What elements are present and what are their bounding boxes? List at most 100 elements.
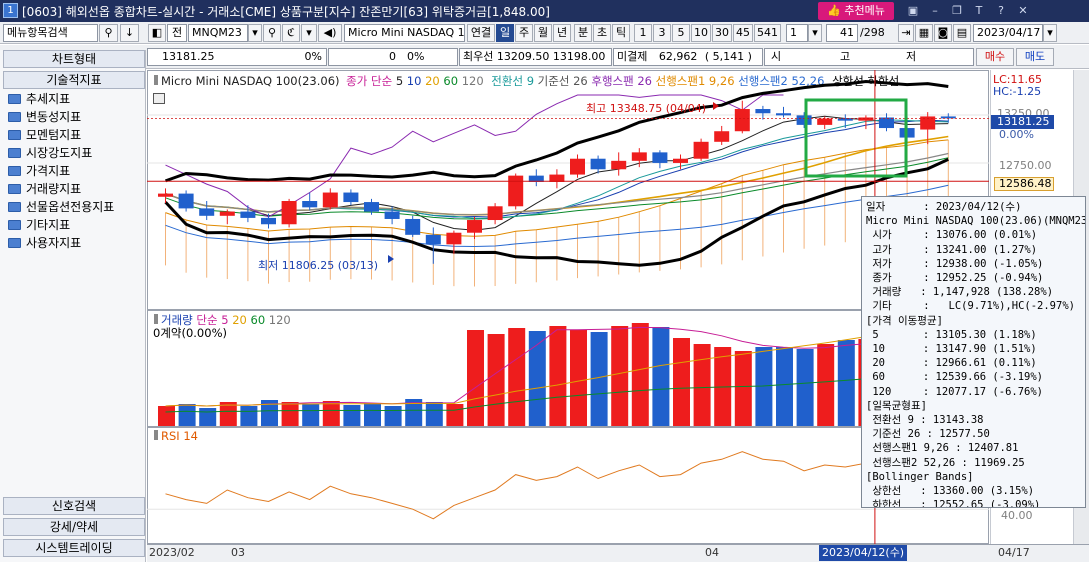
tree-item-momentum[interactable]: 모멘텀지표	[8, 127, 81, 144]
calendar-icon: ▤	[956, 26, 968, 39]
save-button[interactable]: ▦	[915, 24, 933, 42]
folder-icon	[8, 112, 21, 122]
tree-item-futures-options[interactable]: 선물옵션전용지표	[8, 199, 114, 216]
menu-search-input[interactable]: 메뉴항목검색	[3, 24, 98, 42]
symbol-type[interactable]: 전	[167, 24, 187, 42]
date-input[interactable]: 2023/04/17	[973, 24, 1043, 42]
down-arrow-button[interactable]: ↓	[120, 24, 139, 42]
interval-30-button[interactable]: 30	[712, 24, 732, 42]
interval-5-button[interactable]: 5	[672, 24, 690, 42]
ohlc-high-label: 고	[840, 50, 851, 63]
search-button[interactable]: ⚲	[99, 24, 118, 42]
sound-button[interactable]: ◀)	[318, 24, 342, 42]
open-interest-value: 62,962	[658, 50, 698, 63]
font-size-icon[interactable]: T	[972, 3, 986, 18]
open-interest-change: ( 5,141 )	[704, 50, 752, 63]
link-dropdown[interactable]: ▾	[301, 24, 317, 42]
sell-order-button[interactable]: 매도	[1016, 48, 1054, 66]
help-icon[interactable]: ?	[994, 3, 1008, 18]
candle-body	[611, 160, 627, 170]
minimize-icon[interactable]: –	[928, 3, 942, 18]
period-second-button[interactable]: 초	[593, 24, 611, 42]
continuous-button[interactable]: 연결	[467, 24, 495, 42]
chart-icon-button[interactable]: ◧	[148, 24, 166, 42]
best-ask: 13198.00	[552, 50, 606, 63]
line-price-marker: 12586.48	[994, 177, 1054, 191]
volume-bar	[611, 326, 629, 426]
chart-type-button[interactable]: 차트형태	[3, 50, 145, 68]
tree-item-volume[interactable]: 거래량지표	[8, 181, 81, 198]
signal-search-button[interactable]: 신호검색	[3, 497, 145, 515]
window-number: 1	[3, 3, 18, 18]
technical-indicators-header[interactable]: 기술적지표	[3, 71, 145, 89]
tooltip-line: 저가 : 12938.00 (-1.05%)	[866, 257, 1044, 270]
tooltip-line: 기준선 26 : 12577.50	[866, 428, 990, 441]
tooltip-line: 전환선 9 : 13143.38	[866, 414, 984, 427]
title-bar: 1 [0603] 해외선옵 종합차트-실시간 - 거래소[CME] 상품구분[지…	[0, 0, 1089, 22]
page-counter[interactable]: 41	[826, 24, 858, 42]
chevron-down-icon: ▾	[252, 26, 258, 39]
bb-upper-line	[164, 79, 949, 183]
scroll-end-button[interactable]: ⇥	[898, 24, 914, 42]
interval-10-button[interactable]: 10	[691, 24, 711, 42]
candle-body	[261, 217, 276, 225]
calendar-button[interactable]: ▤	[953, 24, 971, 42]
save-icon: ▦	[918, 26, 930, 39]
candle-body	[425, 234, 441, 245]
folder-icon	[8, 130, 21, 140]
buy-order-button[interactable]: 매수	[976, 48, 1014, 66]
tree-item-market-strength[interactable]: 시장강도지표	[8, 145, 92, 162]
candle-body	[714, 131, 730, 142]
period-month-button[interactable]: 월	[534, 24, 552, 42]
period-minute-button[interactable]: 분	[574, 24, 592, 42]
tree-item-other[interactable]: 기타지표	[8, 217, 70, 234]
volume-bar	[487, 334, 505, 426]
current-price-pct: 0.00%	[999, 128, 1034, 141]
recommend-menu-button[interactable]: 👍 추천메뉴	[818, 2, 894, 20]
candle-body	[158, 193, 173, 197]
period-tick-button[interactable]: 틱	[612, 24, 630, 42]
screenshot-button[interactable]: ◙	[934, 24, 952, 42]
close-icon[interactable]: ✕	[1016, 3, 1030, 18]
interval-45-button[interactable]: 45	[733, 24, 753, 42]
date-axis[interactable]: 2023/02 03 04 2023/04/12(수) 04/17	[147, 544, 1089, 562]
period-value-select[interactable]: 1	[786, 24, 808, 42]
symbol-dropdown[interactable]: ▾	[248, 24, 262, 42]
volume-bar	[322, 401, 340, 426]
period-year-button[interactable]: 년	[553, 24, 571, 42]
candle-body	[652, 152, 668, 163]
period-day-button[interactable]: 일	[496, 24, 514, 42]
candle-body	[322, 192, 338, 208]
restore-icon[interactable]: ❐	[950, 3, 964, 18]
symbol-code-input[interactable]: MNQM23	[188, 24, 248, 42]
candle-body	[631, 152, 647, 161]
quote-change-box: 0 0%	[328, 48, 458, 66]
candle-body	[776, 113, 791, 116]
best-quote-label: 최우선	[463, 50, 494, 63]
period-week-button[interactable]: 주	[515, 24, 533, 42]
candle-body	[364, 202, 379, 212]
interval-1-button[interactable]: 1	[634, 24, 652, 42]
date-dropdown[interactable]: ▾	[1043, 24, 1057, 42]
interval-3-button[interactable]: 3	[653, 24, 671, 42]
date-label: 03	[231, 546, 245, 559]
volume-bar	[384, 406, 402, 426]
tree-item-price[interactable]: 가격지표	[8, 163, 70, 180]
tree-item-trend[interactable]: 추세지표	[8, 91, 70, 108]
symbol-search-button[interactable]: ⚲	[263, 24, 281, 42]
tooltip-line: 10 : 13147.90 (1.51%)	[866, 343, 1037, 356]
pin-icon[interactable]: ▣	[906, 3, 920, 18]
tree-item-user[interactable]: 사용자지표	[8, 235, 81, 252]
open-interest-label: 미결제	[617, 50, 648, 63]
tree-item-volatility[interactable]: 변동성지표	[8, 109, 81, 126]
low-marker-icon	[388, 255, 394, 263]
period-value-dropdown[interactable]: ▾	[808, 24, 822, 42]
volume-bar	[549, 326, 567, 426]
volume-bar	[158, 406, 175, 426]
bull-bear-button[interactable]: 강세/약세	[3, 518, 145, 536]
link-button[interactable]: ℭ	[282, 24, 300, 42]
system-trading-button[interactable]: 시스템트레이딩	[3, 539, 145, 557]
interval-541-button[interactable]: 541	[754, 24, 781, 42]
candle-body	[570, 158, 585, 175]
volume-bar	[693, 344, 711, 426]
